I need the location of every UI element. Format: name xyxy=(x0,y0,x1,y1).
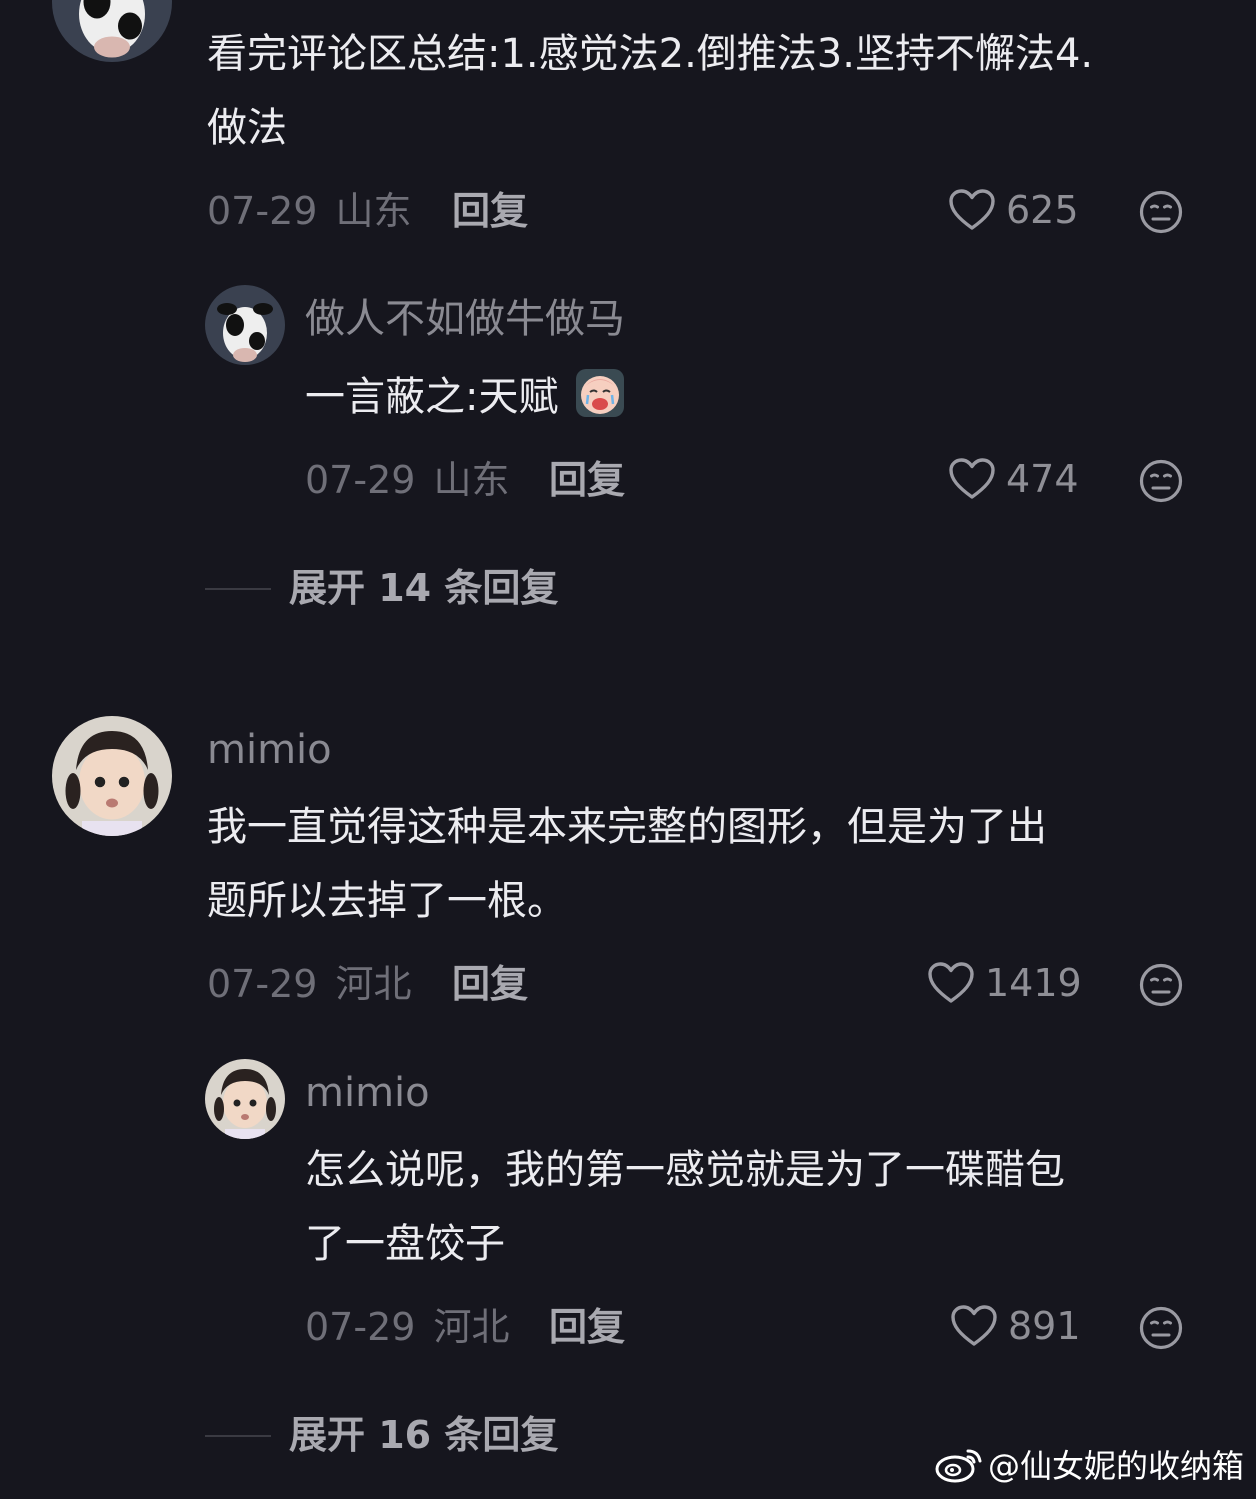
comment-line: 题所以去掉了一根。 xyxy=(207,878,567,924)
comment-location: 山东 xyxy=(335,189,412,233)
comment-text: 我一直觉得这种是本来完整的图形，但是为了出 题所以去掉了一根。 xyxy=(207,790,1047,938)
expand-replies-button[interactable]: 展开 16 条回复 xyxy=(289,1416,558,1454)
reply-text: 一言蔽之:天赋 xyxy=(305,360,625,434)
reply-date: 07-29 xyxy=(305,458,416,502)
reply-text: 怎么说呢，我的第一感觉就是为了一碟醋包 了一盘饺子 xyxy=(305,1133,1065,1281)
watermark-text: @仙女妮的收纳箱 xyxy=(987,1447,1244,1485)
dislike-button[interactable] xyxy=(1139,963,1183,1007)
comment-text: 看完评论区总结:1.感觉法2.倒推法3.坚持不懈法4. 做法 xyxy=(207,17,1093,165)
reply-avatar[interactable] xyxy=(205,1059,285,1139)
reply-username[interactable]: mimio xyxy=(305,1073,430,1113)
like-count: 474 xyxy=(1006,457,1079,501)
reply-meta: 07-29 河北 xyxy=(305,1308,510,1346)
comment-username[interactable]: mimio xyxy=(207,730,332,770)
reply-meta: 07-29 山东 xyxy=(305,461,510,499)
dislike-button[interactable] xyxy=(1139,1306,1183,1350)
reply-location: 山东 xyxy=(433,458,510,502)
crying-face-emoji-icon xyxy=(576,369,625,417)
like-count: 891 xyxy=(1008,1304,1081,1348)
weibo-logo-icon xyxy=(935,1449,982,1483)
avatar[interactable] xyxy=(52,0,172,62)
comment-meta: 07-29 山东 xyxy=(207,192,412,230)
reply-button[interactable]: 回复 xyxy=(549,461,625,499)
comment-line: 看完评论区总结:1.感觉法2.倒推法3.坚持不懈法4. xyxy=(207,31,1094,77)
heart-icon xyxy=(948,457,996,501)
expand-divider xyxy=(205,588,271,590)
expand-divider xyxy=(205,1435,271,1437)
comment-date: 07-29 xyxy=(207,962,318,1006)
comment-meta: 07-29 河北 xyxy=(207,965,412,1003)
comment-location: 河北 xyxy=(335,962,412,1006)
reply-button[interactable]: 回复 xyxy=(549,1308,625,1346)
reply-button[interactable]: 回复 xyxy=(452,965,528,1003)
neutral-face-icon xyxy=(1139,459,1183,503)
reply-line: 一言蔽之:天赋 xyxy=(305,374,559,420)
heart-icon xyxy=(950,1304,998,1348)
like-button[interactable]: 625 xyxy=(948,188,1079,232)
avatar[interactable] xyxy=(52,716,172,836)
dislike-button[interactable] xyxy=(1139,459,1183,503)
reply-button[interactable]: 回复 xyxy=(452,192,528,230)
like-button[interactable]: 1419 xyxy=(927,961,1082,1005)
reply-avatar[interactable] xyxy=(205,285,285,365)
heart-icon xyxy=(948,188,996,232)
reply-line: 怎么说呢，我的第一感觉就是为了一碟醋包 xyxy=(305,1147,1065,1193)
like-button[interactable]: 474 xyxy=(948,457,1079,501)
reply-line: 了一盘饺子 xyxy=(305,1221,505,1267)
comment-date: 07-29 xyxy=(207,189,318,233)
neutral-face-icon xyxy=(1139,963,1183,1007)
comment-line: 做法 xyxy=(207,105,287,151)
like-count: 1419 xyxy=(985,961,1082,1005)
reply-date: 07-29 xyxy=(305,1305,416,1349)
expand-replies-button[interactable]: 展开 14 条回复 xyxy=(289,569,558,607)
comment-line: 我一直觉得这种是本来完整的图形，但是为了出 xyxy=(207,804,1047,850)
reply-location: 河北 xyxy=(433,1305,510,1349)
neutral-face-icon xyxy=(1139,1306,1183,1350)
dislike-button[interactable] xyxy=(1139,190,1183,234)
neutral-face-icon xyxy=(1139,190,1183,234)
like-button[interactable]: 891 xyxy=(950,1304,1081,1348)
like-count: 625 xyxy=(1006,188,1079,232)
watermark: @仙女妮的收纳箱 xyxy=(934,1441,1244,1487)
heart-icon xyxy=(927,961,975,1005)
reply-username[interactable]: 做人不如做牛做马 xyxy=(305,299,625,339)
